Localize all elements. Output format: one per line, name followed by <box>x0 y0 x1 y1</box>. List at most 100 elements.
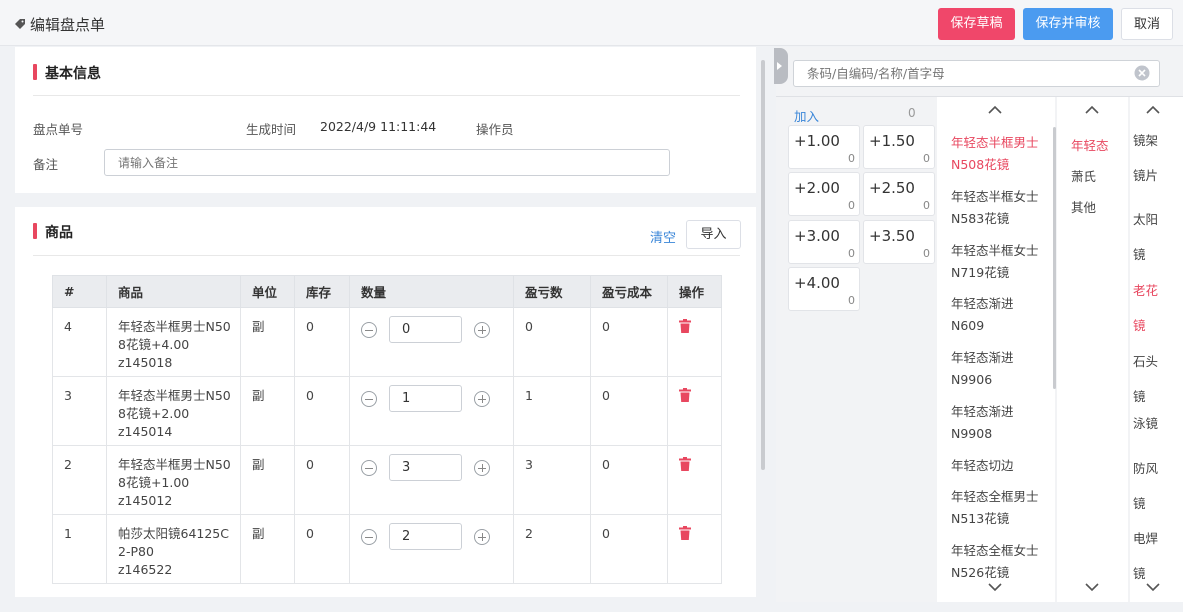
product-item[interactable]: 年轻态半框女士 N719花镜 <box>951 240 1051 284</box>
plus-circle-icon[interactable] <box>474 321 490 338</box>
category-item[interactable]: 防风镜 <box>1133 451 1158 521</box>
category-item[interactable]: 太阳镜 <box>1133 202 1158 272</box>
trash-icon[interactable] <box>679 457 691 471</box>
minus-circle-icon[interactable] <box>361 390 377 407</box>
diff-cell: 2 <box>513 514 591 584</box>
spec-tile[interactable]: +3.00 0 <box>788 220 860 264</box>
minus-circle-icon[interactable] <box>361 459 377 476</box>
product-item[interactable]: 年轻态切边 <box>951 455 1051 477</box>
product-name: 年轻态渐进 <box>951 350 1014 365</box>
product-item[interactable]: 年轻态渐进 N609 <box>951 293 1051 337</box>
unit-cell: 副 <box>240 307 295 377</box>
product-model: N513花镜 <box>951 511 1010 526</box>
diff-cell: 1 <box>513 376 591 446</box>
quantity-input[interactable] <box>389 385 462 412</box>
spec-value: +2.00 <box>794 179 840 197</box>
spec-tile[interactable]: +2.00 0 <box>788 172 860 216</box>
save-and-audit-button[interactable]: 保存并审核 <box>1023 8 1113 40</box>
chevron-down-icon[interactable] <box>988 582 1002 592</box>
goods-code: z145012 <box>118 493 173 508</box>
product-scrollbar[interactable] <box>1053 127 1056 389</box>
goods-name: 帕莎太阳镜64125C2-P80 <box>118 526 229 559</box>
goods-name: 年轻态半框男士N508花镜+4.00 <box>118 319 231 352</box>
chevron-up-icon[interactable] <box>1085 105 1099 115</box>
trash-icon[interactable] <box>679 526 691 540</box>
spec-tile[interactable]: +3.50 0 <box>863 220 935 264</box>
quantity-input[interactable] <box>389 316 462 343</box>
product-name: 年轻态全框男士 <box>951 489 1039 504</box>
goods-code: z146522 <box>118 562 173 577</box>
plus-circle-icon[interactable] <box>474 459 490 476</box>
table-row: 4 年轻态半框男士N508花镜+4.00 z145018 副 0 0 0 <box>52 307 722 377</box>
spec-tile[interactable]: +1.00 0 <box>788 125 860 169</box>
table-row: 2 年轻态半框男士N508花镜+1.00 z145012 副 0 3 0 <box>52 445 722 515</box>
chevron-up-icon[interactable] <box>1146 105 1160 115</box>
action-cell <box>667 514 722 584</box>
clear-circle-icon[interactable] <box>1134 65 1150 81</box>
product-name: 年轻态渐进 <box>951 296 1014 311</box>
cancel-button[interactable]: 取消 <box>1121 8 1173 40</box>
spec-tile[interactable]: +4.00 0 <box>788 267 860 311</box>
stock-cell: 0 <box>294 376 350 446</box>
import-button[interactable]: 导入 <box>686 220 741 249</box>
spec-tile[interactable]: +1.50 0 <box>863 125 935 169</box>
clear-link[interactable]: 清空 <box>650 227 676 246</box>
product-name: 年轻态渐进 <box>951 404 1014 419</box>
category-item[interactable]: 镜架 <box>1133 132 1158 150</box>
trash-icon[interactable] <box>679 319 691 333</box>
collapse-toggle[interactable] <box>774 48 788 84</box>
product-name: 年轻态半框女士 <box>951 243 1039 258</box>
category-item[interactable]: 老花镜 <box>1133 273 1158 343</box>
chevron-up-icon[interactable] <box>988 105 1002 115</box>
quantity-input[interactable] <box>389 523 462 550</box>
left-scrollbar[interactable] <box>761 60 765 470</box>
brand-item[interactable]: 萧氏 <box>1071 166 1096 185</box>
spec-value: +3.50 <box>869 227 915 245</box>
spec-value: +2.50 <box>869 179 915 197</box>
created-time-value: 2022/4/9 11:11:44 <box>320 119 437 134</box>
search-input[interactable] <box>793 60 1160 87</box>
table-row: 1 帕莎太阳镜64125C2-P80 z146522 副 0 2 0 <box>52 514 722 584</box>
row-index: 1 <box>52 514 107 584</box>
spec-value: +3.00 <box>794 227 840 245</box>
quantity-input[interactable] <box>389 454 462 481</box>
minus-circle-icon[interactable] <box>361 321 377 338</box>
action-cell <box>667 307 722 377</box>
unit-cell: 副 <box>240 445 295 515</box>
product-model: N508花镜 <box>951 157 1010 172</box>
save-draft-button[interactable]: 保存草稿 <box>938 8 1015 40</box>
spec-count: 0 <box>848 152 855 165</box>
category-item[interactable]: 镜片 <box>1133 167 1158 185</box>
category-label-2: 镜 <box>1133 566 1146 581</box>
table-header-row: # 商品 单位 库存 数量 盈亏数 盈亏成本 操作 <box>52 275 722 308</box>
spec-count: 0 <box>848 199 855 212</box>
plus-circle-icon[interactable] <box>474 390 490 407</box>
product-item[interactable]: 年轻态渐进 N9906 <box>951 347 1051 391</box>
page-title: 编辑盘点单 <box>14 14 105 35</box>
add-label[interactable]: 加入 <box>794 106 819 125</box>
product-model: N719花镜 <box>951 265 1010 280</box>
brand-item[interactable]: 年轻态 <box>1071 135 1109 154</box>
product-item[interactable]: 年轻态半框男士 N508花镜 <box>951 132 1051 176</box>
chevron-down-icon[interactable] <box>1085 582 1099 592</box>
note-input[interactable] <box>104 149 670 176</box>
product-item[interactable]: 年轻态全框女士 N526花镜 <box>951 540 1051 578</box>
spec-tile[interactable]: +2.50 0 <box>863 172 935 216</box>
plus-circle-icon[interactable] <box>474 528 490 545</box>
product-model: N583花镜 <box>951 211 1010 226</box>
brand-item[interactable]: 其他 <box>1071 197 1096 216</box>
basic-info-panel: 基本信息 盘点单号 生成时间 2022/4/9 11:11:44 操作员 备注 <box>15 47 756 193</box>
product-model: N9908 <box>951 426 993 441</box>
minus-circle-icon[interactable] <box>361 528 377 545</box>
product-item[interactable]: 年轻态半框女士 N583花镜 <box>951 186 1051 230</box>
product-item[interactable]: 年轻态全框男士 N513花镜 <box>951 486 1051 530</box>
qty-cell <box>349 307 514 377</box>
col-header-diff: 盈亏数 <box>513 275 591 308</box>
category-item[interactable]: 电焊镜 <box>1133 521 1158 591</box>
qty-cell <box>349 514 514 584</box>
category-item[interactable]: 石头镜 <box>1133 344 1158 414</box>
category-item[interactable]: 泳镜 <box>1133 415 1158 433</box>
product-item[interactable]: 年轻态渐进 N9908 <box>951 401 1051 445</box>
unit-cell: 副 <box>240 376 295 446</box>
trash-icon[interactable] <box>679 388 691 402</box>
